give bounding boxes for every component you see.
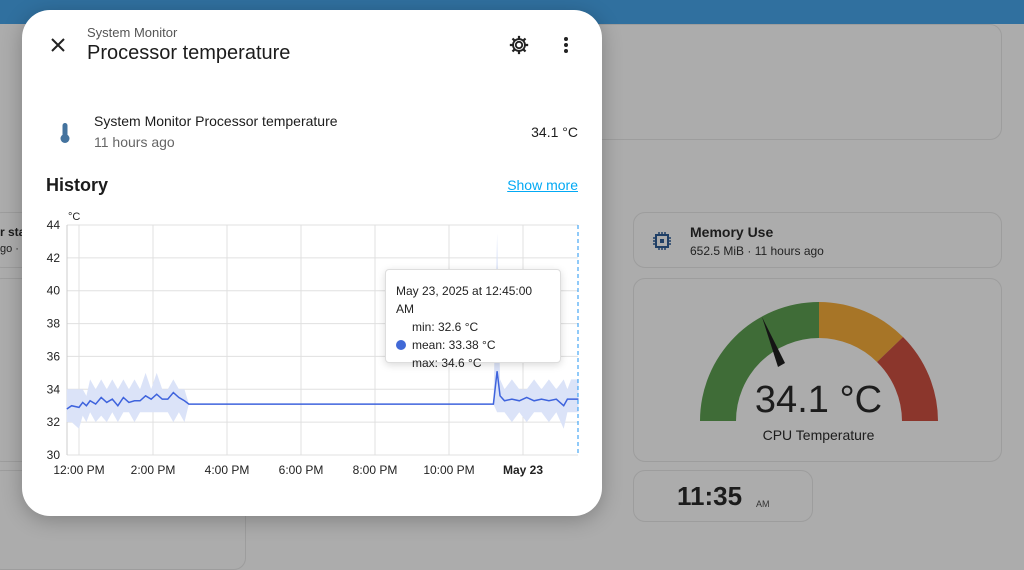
y-tick-label: 30 [47,448,61,462]
y-tick-label: 36 [47,349,61,363]
tooltip-time: May 23, 2025 at 12:45:00 AM [396,282,550,318]
y-tick-label: 40 [47,284,61,298]
y-tick-label: 42 [47,251,61,265]
y-tick-label: 34 [47,382,61,396]
tooltip-max: max: 34.6 °C [396,354,550,372]
series-dot-icon [396,340,406,350]
y-tick-label: 32 [47,415,61,429]
x-tick-label: 4:00 PM [205,463,250,477]
x-tick-label: 8:00 PM [353,463,398,477]
y-axis-unit: °C [68,211,80,223]
x-tick-label: 2:00 PM [131,463,176,477]
x-tick-label: 6:00 PM [279,463,324,477]
chart-tooltip: May 23, 2025 at 12:45:00 AM min: 32.6 °C… [385,269,561,363]
x-tick-label: May 23 [503,463,543,477]
tooltip-min: min: 32.6 °C [396,318,550,336]
x-tick-label: 10:00 PM [423,463,474,477]
y-tick-label: 38 [47,317,61,331]
x-tick-label: 12:00 PM [53,463,104,477]
tooltip-mean: mean: 33.38 °C [412,338,496,352]
y-tick-label: 44 [47,218,61,232]
